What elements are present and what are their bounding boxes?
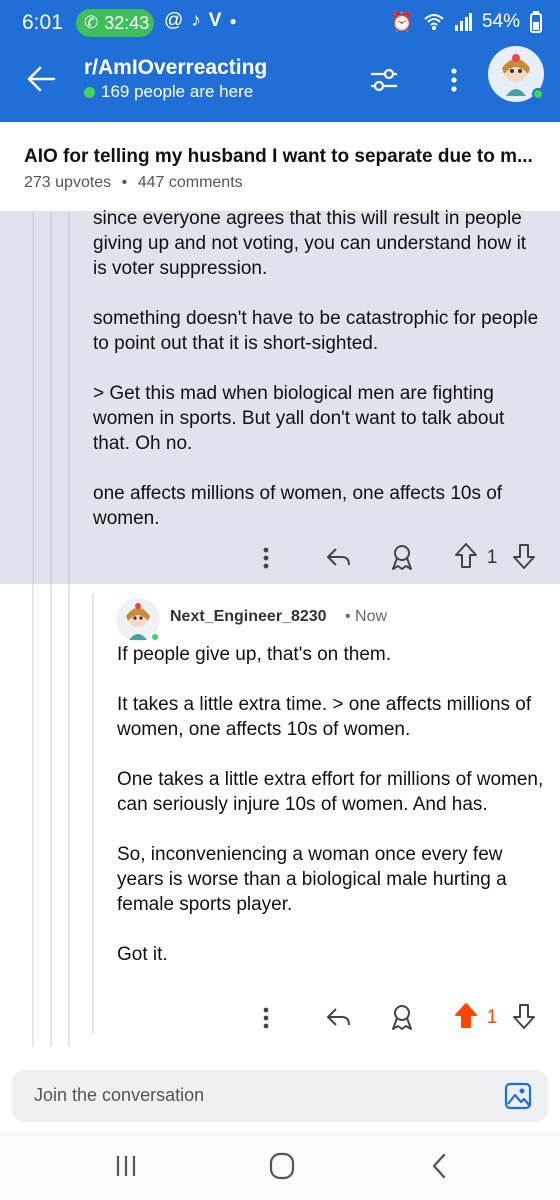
comment-paragraph: If people give up, that's on them.: [117, 644, 392, 665]
subreddit-header: r/AmIOverreacting 169 people are here: [0, 46, 560, 122]
thread-line[interactable]: [32, 212, 34, 584]
back-nav-icon[interactable]: [420, 1148, 460, 1184]
comment-highlighted: since everyone agrees that this will res…: [0, 208, 560, 584]
status-time: 6:01: [22, 11, 63, 34]
image-upload-icon[interactable]: [504, 1082, 532, 1110]
thread-line[interactable]: [68, 584, 70, 1046]
post-comment-count: 447 comments: [137, 174, 243, 191]
post-title[interactable]: AIO for telling my husband I want to sep…: [24, 146, 540, 168]
user-avatar[interactable]: [488, 46, 544, 102]
vote-count: 1: [486, 547, 498, 568]
system-icons: ⏰ 54%: [390, 10, 542, 34]
back-arrow-icon[interactable]: [26, 62, 56, 96]
thread-line[interactable]: [68, 212, 70, 584]
top-bar: 6:01 ✆ 32:43 @ ♪ V ● ⏰ 54% r/AmIOverreac…: [0, 0, 560, 122]
comment-paragraph: One takes a little extra effort for mill…: [117, 769, 544, 815]
comment-body: since everyone agrees that this will res…: [93, 206, 543, 556]
online-count: 169 people are here: [84, 82, 253, 102]
notification-icons: @ ♪ V ●: [164, 10, 237, 32]
thread-line[interactable]: [50, 212, 52, 584]
upvote-active-icon[interactable]: [454, 1002, 478, 1030]
comment-more-icon[interactable]: [256, 1004, 276, 1032]
thread-line[interactable]: [50, 584, 52, 1046]
award-icon[interactable]: [388, 542, 416, 572]
home-icon[interactable]: [262, 1148, 302, 1184]
tiktok-icon: ♪: [191, 10, 201, 31]
comment-paragraph: Got it.: [117, 944, 168, 965]
composer-placeholder[interactable]: Join the conversation: [34, 1085, 204, 1106]
recent-apps-icon[interactable]: [106, 1148, 146, 1184]
comment-paragraph: one affects millions of women, one affec…: [93, 483, 503, 529]
app-screen: 6:01 ✆ 32:43 @ ♪ V ● ⏰ 54% r/AmIOverreac…: [0, 0, 560, 1200]
post-meta: 273 upvotes • 447 comments: [24, 174, 243, 192]
comment-reply: Next_Engineer_8230 • Now If people give …: [0, 584, 560, 1046]
post-upvotes: 273 upvotes: [24, 174, 112, 191]
battery-icon: [530, 11, 542, 33]
comment-username[interactable]: Next_Engineer_8230: [170, 608, 327, 626]
v-icon: V: [208, 10, 222, 31]
thread-lines: [32, 212, 72, 584]
downvote-icon[interactable]: [512, 542, 536, 570]
more-options-icon[interactable]: [442, 64, 466, 96]
comment-paragraph: > Get this mad when biological men are f…: [93, 383, 505, 454]
comment-paragraph: It takes a little extra time. > one affe…: [117, 694, 532, 740]
battery-level: 54%: [481, 11, 520, 32]
dot-icon: ●: [229, 14, 237, 28]
comment-composer[interactable]: Join the conversation: [12, 1070, 548, 1122]
call-indicator[interactable]: ✆ 32:43: [76, 9, 154, 37]
reply-icon[interactable]: [324, 544, 352, 570]
commenter-avatar[interactable]: [116, 598, 160, 642]
reply-icon[interactable]: [324, 1004, 352, 1030]
award-icon[interactable]: [388, 1002, 416, 1032]
filter-icon[interactable]: [368, 64, 400, 96]
comment-paragraph: since everyone agrees that this will res…: [93, 208, 527, 279]
alarm-icon: ⏰: [390, 12, 414, 33]
status-bar: 6:01 ✆ 32:43 @ ♪ V ● ⏰ 54%: [0, 0, 560, 46]
meta-separator: •: [121, 174, 128, 191]
comment-more-icon[interactable]: [256, 544, 276, 572]
phone-icon: ✆: [84, 13, 99, 32]
online-text: 169 people are here: [101, 82, 254, 101]
downvote-icon[interactable]: [512, 1002, 536, 1030]
comment-timestamp: • Now: [345, 608, 388, 625]
post-header[interactable]: AIO for telling my husband I want to sep…: [0, 122, 560, 212]
vote-count: 1: [486, 1007, 498, 1028]
online-dot-icon: [84, 86, 95, 98]
comment-paragraph: So, inconveniencing a woman once every f…: [117, 844, 507, 915]
subreddit-name[interactable]: r/AmIOverreacting: [84, 56, 267, 80]
comment-paragraph: something doesn't have to be catastrophi…: [93, 308, 539, 354]
thread-line[interactable]: [32, 584, 34, 1046]
upvote-icon[interactable]: [454, 542, 478, 570]
thread-line[interactable]: [92, 594, 94, 1034]
system-nav-bar: [0, 1132, 560, 1200]
call-duration: 32:43: [104, 12, 150, 33]
avatar-online-dot: [532, 88, 544, 100]
threads-icon: @: [164, 10, 184, 31]
signal-icon: [454, 13, 472, 31]
wifi-icon: [424, 14, 444, 30]
comment-body: If people give up, that's on them. It ta…: [117, 642, 547, 992]
avatar-online-dot: [150, 632, 160, 642]
